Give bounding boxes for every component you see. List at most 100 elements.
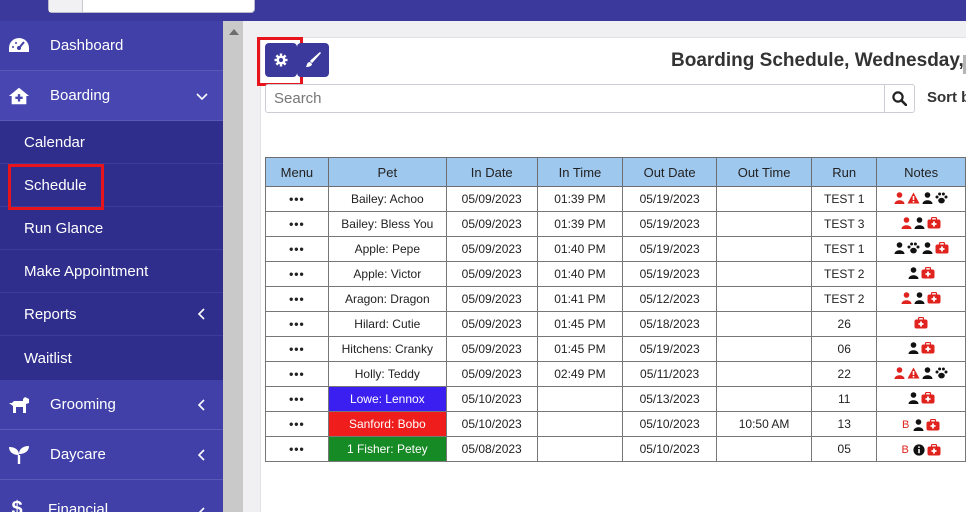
row-menu-button[interactable]: ••• [265, 261, 329, 287]
notes-icons [908, 341, 935, 354]
pet-cell[interactable]: Holly: Teddy [327, 361, 447, 387]
row-menu-button[interactable]: ••• [265, 336, 329, 362]
chevron-left-icon [197, 398, 205, 411]
out-time-cell [715, 436, 813, 462]
global-search-box[interactable] [48, 0, 255, 13]
sidebar-subitem-waitlist[interactable]: Waitlist [0, 336, 223, 380]
sidebar-item-label: Make Appointment [24, 262, 149, 280]
pet-cell[interactable]: Apple: Pepe [327, 236, 447, 262]
sidebar-item-financial[interactable]: $ Financial [0, 480, 223, 512]
row-menu-button[interactable]: ••• [265, 186, 329, 212]
scroll-up-arrow-icon[interactable] [229, 29, 239, 35]
in-date-cell: 05/09/2023 [445, 311, 538, 337]
table-row[interactable]: ••• Bailey: Bless You 05/09/2023 01:39 PM 05… [265, 211, 966, 237]
column-header-out-time[interactable]: Out Time [715, 157, 813, 187]
run-cell: TEST 2 [811, 261, 878, 287]
run-cell: 26 [811, 311, 878, 337]
row-menu-button[interactable]: ••• [265, 286, 329, 312]
in-date-cell: 05/09/2023 [445, 186, 538, 212]
table-row[interactable]: ••• Sanford: Bobo 05/10/2023 05/10/2023 10:5… [265, 411, 966, 437]
sidebar-item-label: Boarding [50, 87, 111, 104]
row-menu-button[interactable]: ••• [265, 311, 329, 337]
search-button[interactable] [884, 84, 915, 113]
seedling-icon [8, 444, 30, 466]
medkit-icon [927, 216, 941, 228]
medkit-icon [921, 341, 935, 353]
schedule-highlight-box [8, 164, 104, 210]
row-menu-button[interactable]: ••• [265, 211, 329, 237]
person-alert-icon [894, 366, 905, 379]
row-menu-button[interactable]: ••• [265, 386, 329, 412]
dashboard-icon [8, 35, 30, 57]
table-row[interactable]: ••• Aragon: Dragon 05/09/2023 01:41 PM 05/12… [265, 286, 966, 312]
in-date-cell: 05/09/2023 [445, 236, 538, 262]
notes-cell [876, 211, 966, 237]
out-date-cell: 05/18/2023 [622, 311, 717, 337]
sidebar-item-grooming[interactable]: Grooming [0, 380, 223, 430]
pet-cell[interactable]: Hilard: Cutie [327, 311, 447, 337]
table-row[interactable]: ••• Apple: Pepe 05/09/2023 01:40 PM 05/19/20… [265, 236, 966, 262]
table-row[interactable]: ••• Holly: Teddy 05/09/2023 02:49 PM 05/11/2… [265, 361, 966, 387]
in-date-cell: 05/08/2023 [445, 436, 538, 462]
pet-cell[interactable]: Sanford: Bobo [327, 411, 447, 437]
search-input[interactable] [265, 84, 885, 113]
column-header-in-date[interactable]: In Date [445, 157, 538, 187]
row-menu-button[interactable]: ••• [265, 411, 329, 437]
paw-icon [907, 242, 920, 253]
medkit-icon [927, 444, 941, 456]
sidebar-subitem-make-appointment[interactable]: Make Appointment [0, 250, 223, 293]
sidebar-item-daycare[interactable]: Daycare [0, 430, 223, 480]
run-cell: 11 [811, 386, 878, 412]
sidebar-scrollbar[interactable] [223, 21, 243, 512]
table-row[interactable]: ••• 1 Fisher: Petey 05/08/2023 05/10/2023 05… [265, 436, 966, 462]
sidebar-item-label: Grooming [50, 396, 116, 413]
table-row[interactable]: ••• Apple: Victor 05/09/2023 01:40 PM 05/19/… [265, 261, 966, 287]
notes-cell [876, 261, 966, 287]
paint-brush-button[interactable] [297, 43, 329, 77]
sidebar-subitem-reports[interactable]: Reports [0, 293, 223, 336]
notes-cell [876, 286, 966, 312]
pet-cell[interactable]: Bailey: Bless You [327, 211, 447, 237]
pet-cell[interactable]: Bailey: Achoo [327, 186, 447, 212]
row-menu-button[interactable]: ••• [265, 236, 329, 262]
run-cell: 05 [811, 436, 878, 462]
run-cell: TEST 3 [811, 211, 878, 237]
table-row[interactable]: ••• Lowe: Lennox 05/10/2023 05/13/2023 11 [265, 386, 966, 412]
column-header-pet[interactable]: Pet [327, 157, 447, 187]
notes-icons [894, 366, 948, 379]
pet-cell[interactable]: Hitchens: Cranky [327, 336, 447, 362]
sidebar-item-boarding[interactable]: Boarding [0, 71, 223, 121]
pet-cell[interactable]: Lowe: Lennox [327, 386, 447, 412]
sidebar-subitem-calendar[interactable]: Calendar [0, 121, 223, 164]
chevron-left-icon [197, 448, 205, 461]
out-time-cell: 10:50 AM [715, 411, 813, 437]
pet-cell[interactable]: 1 Fisher: Petey [327, 436, 447, 462]
out-date-cell: 05/19/2023 [622, 261, 717, 287]
in-date-cell: 05/10/2023 [445, 411, 538, 437]
global-search-addon [49, 0, 83, 12]
person-icon [922, 191, 933, 204]
column-header-notes[interactable]: Notes [876, 157, 966, 187]
notes-icons: B [901, 444, 941, 456]
table-row[interactable]: ••• Bailey: Achoo 05/09/2023 01:39 PM 05/19/… [265, 186, 966, 212]
column-header-run[interactable]: Run [811, 157, 878, 187]
column-header-out-date[interactable]: Out Date [622, 157, 717, 187]
person-icon [908, 391, 919, 404]
out-time-cell [715, 286, 813, 312]
row-menu-button[interactable]: ••• [265, 436, 329, 462]
sidebar-item-dashboard[interactable]: Dashboard [0, 21, 223, 71]
sidebar-item-label: Run Glance [24, 219, 104, 237]
pet-cell[interactable]: Apple: Victor [327, 261, 447, 287]
notes-icons [901, 291, 941, 304]
pet-cell[interactable]: Aragon: Dragon [327, 286, 447, 312]
person-alert-icon [894, 191, 905, 204]
table-row[interactable]: ••• Hitchens: Cranky 05/09/2023 01:45 PM 05/… [265, 336, 966, 362]
out-time-cell [715, 386, 813, 412]
table-row[interactable]: ••• Hilard: Cutie 05/09/2023 01:45 PM 05/18/… [265, 311, 966, 337]
sidebar-item-label: Financial [48, 501, 109, 512]
row-menu-button[interactable]: ••• [265, 361, 329, 387]
in-time-cell: 01:45 PM [536, 336, 624, 362]
column-header-in-time[interactable]: In Time [536, 157, 624, 187]
column-header-menu[interactable]: Menu [265, 157, 329, 187]
sidebar-subitem-run-glance[interactable]: Run Glance [0, 207, 223, 250]
